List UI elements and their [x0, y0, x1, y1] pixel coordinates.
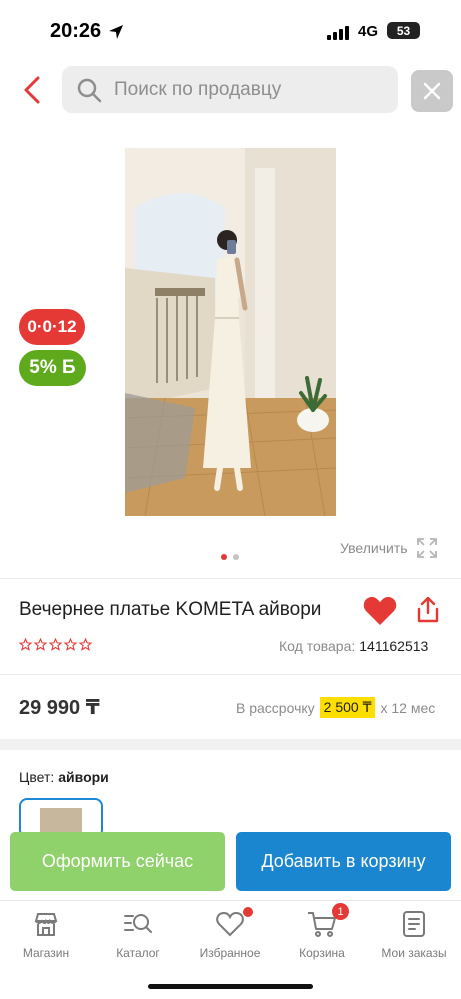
- installment-info[interactable]: В рассрочку 2 500 ₸ х 12 мес: [236, 697, 435, 718]
- installment-prefix: В рассрочку: [236, 699, 315, 716]
- tab-shop[interactable]: Магазин: [0, 909, 92, 960]
- tab-label: Каталог: [116, 946, 160, 960]
- notification-dot: [243, 907, 253, 917]
- status-time: 20:26: [50, 20, 102, 42]
- search-icon: [77, 78, 102, 102]
- product-price: 29 990 ₸: [19, 697, 100, 719]
- tab-cart[interactable]: 1 Корзина: [276, 903, 368, 960]
- color-label-text: Цвет:: [19, 769, 55, 785]
- rating-stars[interactable]: [19, 638, 92, 651]
- tab-my-orders[interactable]: Мои заказы: [368, 909, 460, 960]
- signal-icon: [327, 26, 349, 40]
- tab-label: Мои заказы: [381, 946, 447, 960]
- zoom-label: Увеличить: [340, 540, 408, 556]
- heart-outline-icon: [215, 907, 253, 939]
- tab-catalog[interactable]: Каталог: [92, 909, 184, 960]
- color-label: Цвет: айвори: [19, 769, 109, 785]
- product-code-label: Код товара:: [279, 638, 356, 654]
- product-photo[interactable]: [125, 148, 336, 516]
- product-title: Вечернее платье KOMETA айвори: [19, 599, 322, 620]
- battery-level: 53: [396, 23, 411, 38]
- home-indicator: [148, 984, 313, 989]
- orders-list-icon: [399, 909, 429, 939]
- star-icon: [34, 638, 47, 651]
- status-bar: 20:26 4G 53: [0, 0, 461, 60]
- search-input[interactable]: [114, 78, 374, 101]
- share-icon[interactable]: [415, 596, 441, 624]
- installment-suffix: х 12 мес: [380, 699, 436, 716]
- cart-count-badge: 1: [332, 903, 349, 920]
- catalog-search-icon: [123, 909, 153, 939]
- zoom-button[interactable]: Увеличить: [340, 537, 438, 559]
- tab-favorites[interactable]: Избранное: [184, 907, 276, 960]
- bonus-percent: 5%: [29, 357, 57, 378]
- star-icon: [19, 638, 32, 651]
- product-code: Код товара: 141162513: [279, 638, 428, 654]
- timer-badge: 0·0·12: [19, 309, 85, 345]
- dress-photo-illustration: [125, 148, 336, 516]
- bonus-currency: Б: [62, 357, 76, 378]
- shop-icon: [31, 909, 61, 939]
- section-divider: [0, 674, 461, 675]
- gallery-dot-2[interactable]: [233, 554, 239, 560]
- location-arrow-icon: [109, 25, 123, 39]
- seller-search-field[interactable]: [62, 66, 398, 113]
- gallery-dots: [221, 554, 239, 560]
- tab-label: Избранное: [199, 946, 261, 960]
- star-icon: [49, 638, 62, 651]
- star-icon: [79, 638, 92, 651]
- gallery-dot-1[interactable]: [221, 554, 227, 560]
- back-arrow-icon[interactable]: [20, 74, 46, 106]
- network-type: 4G: [358, 23, 379, 40]
- section-separator: [0, 739, 461, 750]
- cart-icon: 1: [307, 903, 349, 939]
- battery-icon: 53: [387, 22, 420, 39]
- installment-amount: 2 500 ₸: [319, 697, 376, 718]
- section-divider: [0, 578, 461, 579]
- star-icon: [64, 638, 77, 651]
- clear-search-button[interactable]: [411, 70, 453, 112]
- bonus-badge: 5% Б: [19, 350, 86, 386]
- tab-label: Корзина: [299, 946, 345, 960]
- checkout-now-button[interactable]: Оформить сейчас: [10, 832, 225, 891]
- expand-icon: [416, 538, 437, 558]
- close-icon: [423, 82, 441, 100]
- product-code-value: 141162513: [359, 638, 429, 654]
- tab-label: Магазин: [22, 946, 70, 960]
- favorite-heart-icon[interactable]: [363, 596, 397, 626]
- add-to-cart-button[interactable]: Добавить в корзину: [236, 832, 451, 891]
- color-value: айвори: [58, 769, 109, 785]
